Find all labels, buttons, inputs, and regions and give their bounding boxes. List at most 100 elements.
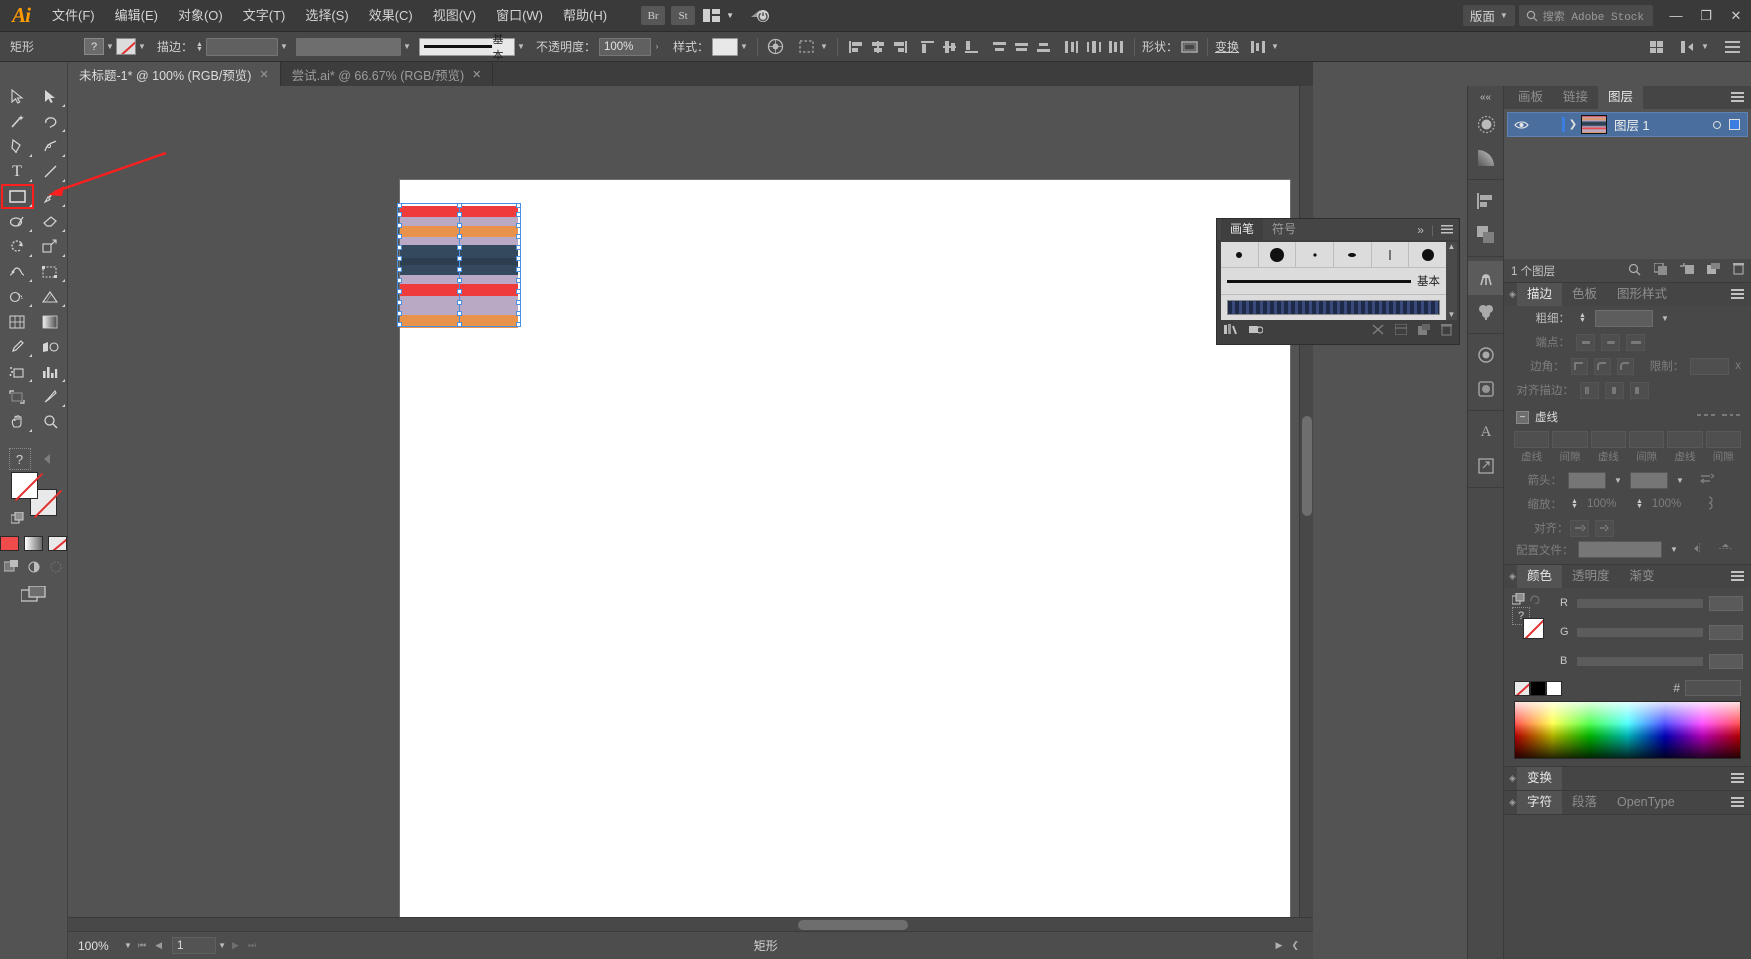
fill-color-swatch[interactable]: ? bbox=[84, 38, 104, 55]
paintbrush-tool[interactable] bbox=[34, 184, 67, 209]
tab-close-icon[interactable]: ✕ bbox=[472, 68, 481, 81]
menu-effect[interactable]: 效果(C) bbox=[359, 0, 423, 32]
delete-selection-icon[interactable] bbox=[1733, 263, 1744, 278]
profile-dropdown[interactable] bbox=[1578, 541, 1662, 558]
dash-preserve-exact-icon[interactable] bbox=[1696, 410, 1716, 424]
stroke-weight-caret[interactable]: ▼ bbox=[278, 42, 290, 51]
zoom-tool[interactable] bbox=[34, 409, 67, 434]
brushes-panel-menu-icon[interactable] bbox=[1441, 223, 1453, 237]
selection-handle[interactable] bbox=[397, 212, 402, 217]
stroke-panel-menu-icon[interactable] bbox=[1731, 289, 1744, 300]
brushes-scrollbar[interactable]: ▲ ▼ bbox=[1446, 242, 1457, 320]
tab-swatches[interactable]: 色板 bbox=[1562, 283, 1607, 306]
layer-visibility-icon[interactable] bbox=[1508, 120, 1534, 130]
workspace-switcher[interactable]: 版面 ▼ bbox=[1462, 5, 1515, 26]
remove-brush-link-icon[interactable] bbox=[1372, 323, 1384, 339]
menu-view[interactable]: 视图(V) bbox=[423, 0, 486, 32]
draw-behind-icon[interactable] bbox=[28, 560, 41, 573]
swap-fill-stroke-small-icon[interactable] bbox=[1512, 593, 1525, 605]
flip-profile-vertical-icon[interactable] bbox=[1719, 543, 1732, 557]
canvas-horizontal-scroll-thumb[interactable] bbox=[798, 920, 908, 930]
swatch-white[interactable] bbox=[1546, 680, 1562, 696]
symbol-sprayer-tool[interactable] bbox=[1, 359, 34, 384]
align-left-icon[interactable] bbox=[845, 37, 867, 57]
selection-handle[interactable] bbox=[516, 278, 521, 283]
swap-arrowheads-icon[interactable] bbox=[1699, 473, 1716, 487]
artboard[interactable] bbox=[400, 180, 1290, 928]
selection-handle[interactable] bbox=[516, 267, 521, 272]
canvas-area[interactable] bbox=[68, 86, 1313, 931]
align-stroke-center-icon[interactable] bbox=[1580, 381, 1599, 399]
gap-field-3[interactable]: 间隙 bbox=[1705, 431, 1741, 464]
graphic-styles-icon[interactable] bbox=[1468, 372, 1504, 406]
dash-field-1[interactable]: 虚线 bbox=[1514, 431, 1550, 464]
hand-tool[interactable] bbox=[1, 409, 34, 434]
distribute-spacing-center-icon[interactable] bbox=[1083, 37, 1105, 57]
delete-brush-icon[interactable] bbox=[1441, 323, 1452, 339]
color-panel-menu-icon[interactable] bbox=[1731, 571, 1744, 582]
shape-properties-icon[interactable] bbox=[1178, 37, 1200, 57]
selection-handle[interactable] bbox=[397, 234, 402, 239]
perspective-grid-tool[interactable] bbox=[34, 284, 67, 309]
layer-selection-square[interactable] bbox=[1729, 119, 1740, 130]
menu-select[interactable]: 选择(S) bbox=[295, 0, 358, 32]
status-expand-icon[interactable]: ▶ bbox=[1276, 940, 1283, 951]
graphic-style-dropdown[interactable] bbox=[711, 37, 738, 56]
cap-projecting-icon[interactable] bbox=[1626, 333, 1645, 351]
magic-wand-tool[interactable] bbox=[1, 109, 34, 134]
arrow-scale-stepper-2[interactable]: ▲ ▼ bbox=[1636, 498, 1643, 510]
corner-bevel-icon[interactable] bbox=[1616, 357, 1634, 375]
selection-handle[interactable] bbox=[397, 267, 402, 272]
menu-window[interactable]: 窗口(W) bbox=[486, 0, 553, 32]
align-stroke-outside-icon[interactable] bbox=[1630, 381, 1649, 399]
tab-brushes[interactable]: 画笔 bbox=[1221, 219, 1264, 240]
selection-handle[interactable] bbox=[397, 203, 402, 208]
dash-field-3[interactable]: 虚线 bbox=[1667, 431, 1703, 464]
channel-slider-r[interactable] bbox=[1577, 598, 1703, 608]
scale-tool[interactable] bbox=[34, 234, 67, 259]
selection-handle[interactable] bbox=[397, 322, 402, 327]
layers-list[interactable]: ❯ 图层 1 bbox=[1504, 109, 1751, 259]
brushes-icon[interactable] bbox=[1468, 261, 1504, 295]
style-caret[interactable]: ▼ bbox=[738, 42, 750, 51]
stroke-profile-dropdown[interactable] bbox=[295, 37, 401, 56]
brush-preset-dot-tiny[interactable] bbox=[1296, 242, 1335, 267]
brush-pattern-row[interactable] bbox=[1221, 295, 1446, 319]
collapse-panel-icon[interactable]: » bbox=[1417, 223, 1424, 237]
gradient-tool[interactable] bbox=[34, 309, 67, 334]
channel-input-g[interactable] bbox=[1709, 624, 1743, 640]
mesh-tool[interactable] bbox=[1, 309, 34, 334]
expand-panels-icon[interactable]: «« bbox=[1468, 92, 1503, 103]
brushes-panel[interactable]: 画笔 符号 » | 基本 ▲ ▼ bbox=[1216, 218, 1460, 345]
canvas-horizontal-scrollbar[interactable] bbox=[68, 917, 1313, 931]
profile-caret[interactable]: ▼ bbox=[1668, 545, 1680, 554]
type-tool[interactable]: T bbox=[1, 159, 34, 184]
dash-align-corners-icon[interactable] bbox=[1721, 410, 1741, 424]
selection-handle[interactable] bbox=[397, 311, 402, 316]
hex-input[interactable] bbox=[1685, 680, 1741, 696]
create-new-sublayer-icon[interactable] bbox=[1680, 263, 1694, 278]
appearance-icon[interactable] bbox=[1468, 338, 1504, 372]
revert-colors-icon[interactable] bbox=[1529, 594, 1541, 604]
selection-handle[interactable] bbox=[516, 322, 521, 327]
change-screen-mode-icon[interactable] bbox=[20, 585, 46, 605]
selection-handle[interactable] bbox=[516, 203, 521, 208]
stroke-weight-stepper[interactable]: ▲ ▼ bbox=[196, 41, 203, 53]
align-right-icon[interactable] bbox=[889, 37, 911, 57]
character-panel-menu-icon[interactable] bbox=[1731, 797, 1744, 808]
brushes-list[interactable]: 基本 bbox=[1221, 242, 1446, 320]
channel-input-r[interactable] bbox=[1709, 595, 1743, 611]
selection-handle[interactable] bbox=[516, 311, 521, 316]
selection-handle[interactable] bbox=[397, 300, 402, 305]
arrow-scale-stepper-1[interactable]: ▲ ▼ bbox=[1571, 498, 1578, 510]
arrow-scale-value-1[interactable]: 100% bbox=[1587, 498, 1627, 510]
canvas-vertical-scroll-thumb[interactable] bbox=[1302, 416, 1312, 516]
stroke-weight-input[interactable] bbox=[1594, 309, 1653, 327]
arrow-scale-value-2[interactable]: 100% bbox=[1652, 498, 1692, 510]
miter-limit-input[interactable] bbox=[1690, 357, 1730, 375]
tab-layers[interactable]: 图层 bbox=[1598, 86, 1644, 109]
cap-butt-icon[interactable] bbox=[1576, 333, 1595, 351]
color-spectrum-bar[interactable] bbox=[1514, 701, 1741, 759]
artboard-tool[interactable] bbox=[1, 384, 34, 409]
menu-object[interactable]: 对象(O) bbox=[168, 0, 233, 32]
